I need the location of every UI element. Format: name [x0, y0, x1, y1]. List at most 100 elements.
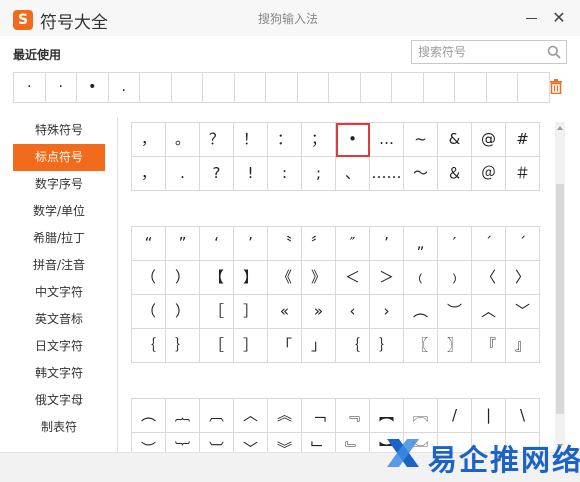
symbol-cell[interactable]: 》	[302, 261, 336, 295]
symbol-cell[interactable]: ︶	[132, 433, 166, 452]
symbol-cell[interactable]: 「	[268, 329, 302, 363]
symbol-cell[interactable]: ～	[404, 157, 438, 191]
symbol-cell[interactable]: ›	[370, 295, 404, 329]
close-button[interactable]: ✕	[549, 8, 569, 28]
recent-symbol-cell[interactable]: ·	[14, 73, 46, 102]
recent-symbol-cell[interactable]	[424, 73, 455, 102]
symbol-cell[interactable]: 〈	[472, 261, 506, 295]
symbol-cell[interactable]: ｝	[166, 329, 200, 363]
category-item[interactable]: 标点符号	[13, 144, 105, 171]
symbol-cell[interactable]: ’	[234, 227, 268, 261]
symbol-cell[interactable]: 〞	[302, 227, 336, 261]
symbol-cell[interactable]: （	[132, 261, 166, 295]
category-item[interactable]: 韩文字符	[13, 360, 105, 387]
symbol-cell[interactable]: ︵	[132, 399, 166, 433]
recent-symbol-cell[interactable]	[172, 73, 203, 102]
symbol-cell[interactable]: ﹁	[302, 399, 336, 433]
category-item[interactable]: 日文字符	[13, 333, 105, 360]
symbol-cell[interactable]: ﹂	[302, 433, 336, 452]
symbol-cell[interactable]: ‘	[200, 227, 234, 261]
symbol-cell[interactable]: ］	[234, 295, 268, 329]
recent-symbol-cell[interactable]	[140, 73, 172, 102]
symbol-cell[interactable]: ”	[166, 227, 200, 261]
symbol-cell[interactable]: ［	[200, 329, 234, 363]
symbol-cell[interactable]: ﹃	[336, 399, 370, 433]
symbol-cell[interactable]: ！	[234, 123, 268, 157]
symbol-cell[interactable]: 〖	[404, 329, 438, 363]
symbol-cell[interactable]: «	[268, 295, 302, 329]
symbol-cell[interactable]: “	[132, 227, 166, 261]
recent-symbol-cell[interactable]	[329, 73, 361, 102]
symbol-cell[interactable]: ’	[370, 227, 404, 261]
category-item[interactable]: 中文字符	[13, 279, 105, 306]
symbol-cell[interactable]: ˊ	[472, 227, 506, 261]
symbol-cell[interactable]: 〝	[268, 227, 302, 261]
symbol-cell[interactable]: 】	[234, 261, 268, 295]
symbol-cell[interactable]: ︿	[234, 399, 268, 433]
symbol-cell[interactable]: 〗	[438, 329, 472, 363]
symbol-cell[interactable]: ‹	[336, 295, 370, 329]
symbol-cell[interactable]: 、	[336, 157, 370, 191]
symbol-cell[interactable]: ︿	[472, 295, 506, 329]
symbol-cell[interactable]: ……	[370, 157, 404, 191]
symbol-cell[interactable]: ？	[200, 123, 234, 157]
symbol-cell[interactable]: 』	[506, 329, 540, 363]
symbol-cell[interactable]: ︻	[370, 399, 404, 433]
symbol-cell[interactable]: &	[438, 123, 472, 157]
symbol-cell[interactable]: /	[438, 399, 472, 433]
recent-symbol-cell[interactable]	[518, 73, 550, 102]
symbol-cell[interactable]: !	[234, 157, 268, 191]
category-item[interactable]: 俄文字母	[13, 387, 105, 414]
symbol-cell[interactable]: ，	[132, 123, 166, 157]
symbol-cell[interactable]: @	[472, 123, 506, 157]
category-item[interactable]: 数学/单位	[13, 198, 105, 225]
symbol-cell[interactable]: ＃	[506, 157, 540, 191]
recent-symbol-cell[interactable]	[392, 73, 424, 102]
symbol-cell[interactable]: ［	[200, 295, 234, 329]
symbol-cell[interactable]: 《	[268, 261, 302, 295]
symbol-cell[interactable]: ＜	[336, 261, 370, 295]
category-item[interactable]: 数字序号	[13, 171, 105, 198]
symbol-cell[interactable]: \	[506, 399, 540, 433]
search-box[interactable]	[411, 40, 567, 64]
scroll-up-arrow[interactable]	[557, 126, 563, 130]
symbol-cell[interactable]: ︵	[404, 295, 438, 329]
symbol-cell[interactable]: ″	[336, 227, 370, 261]
symbol-cell[interactable]: …	[370, 123, 404, 157]
symbol-cell[interactable]: ）	[166, 261, 200, 295]
symbol-cell[interactable]: ︽	[268, 399, 302, 433]
recent-symbol-cell[interactable]	[361, 73, 392, 102]
symbol-cell[interactable]: ｛	[132, 329, 166, 363]
symbol-cell[interactable]: ）	[166, 295, 200, 329]
symbol-cell[interactable]: ~	[404, 123, 438, 157]
recent-symbol-cell[interactable]: •	[77, 73, 109, 102]
symbol-cell[interactable]: ：	[268, 123, 302, 157]
recent-symbol-cell[interactable]: .	[109, 73, 140, 102]
category-item[interactable]: 制表符	[13, 414, 105, 441]
symbol-cell[interactable]: ｝	[370, 329, 404, 363]
symbol-cell[interactable]: 。	[166, 123, 200, 157]
symbol-cell[interactable]: ﹙	[404, 261, 438, 295]
search-icon[interactable]	[547, 45, 561, 59]
recent-symbol-cell[interactable]: ·	[46, 73, 77, 102]
symbol-cell[interactable]: ＞	[370, 261, 404, 295]
symbol-cell[interactable]: （	[132, 295, 166, 329]
symbol-cell[interactable]: ︷	[166, 399, 200, 433]
symbol-cell[interactable]: ︹	[200, 399, 234, 433]
trash-icon[interactable]	[549, 79, 563, 94]
symbol-cell[interactable]: ︶	[438, 295, 472, 329]
symbol-cell[interactable]: |	[472, 399, 506, 433]
symbol-cell[interactable]: 【	[200, 261, 234, 295]
symbol-cell[interactable]: •	[336, 123, 370, 157]
recent-symbol-cell[interactable]	[235, 73, 266, 102]
minimize-button[interactable]	[522, 8, 542, 28]
recent-symbol-cell[interactable]	[203, 73, 235, 102]
category-item[interactable]: 希腊/拉丁	[13, 225, 105, 252]
symbol-cell[interactable]: ︺	[200, 433, 234, 452]
symbol-cell[interactable]: ︾	[268, 433, 302, 452]
symbol-cell[interactable]: »	[302, 295, 336, 329]
symbol-cell[interactable]: ︸	[166, 433, 200, 452]
recent-symbol-cell[interactable]	[266, 73, 298, 102]
symbol-cell[interactable]: ;	[302, 157, 336, 191]
symbol-cell[interactable]: ﹀	[506, 295, 540, 329]
